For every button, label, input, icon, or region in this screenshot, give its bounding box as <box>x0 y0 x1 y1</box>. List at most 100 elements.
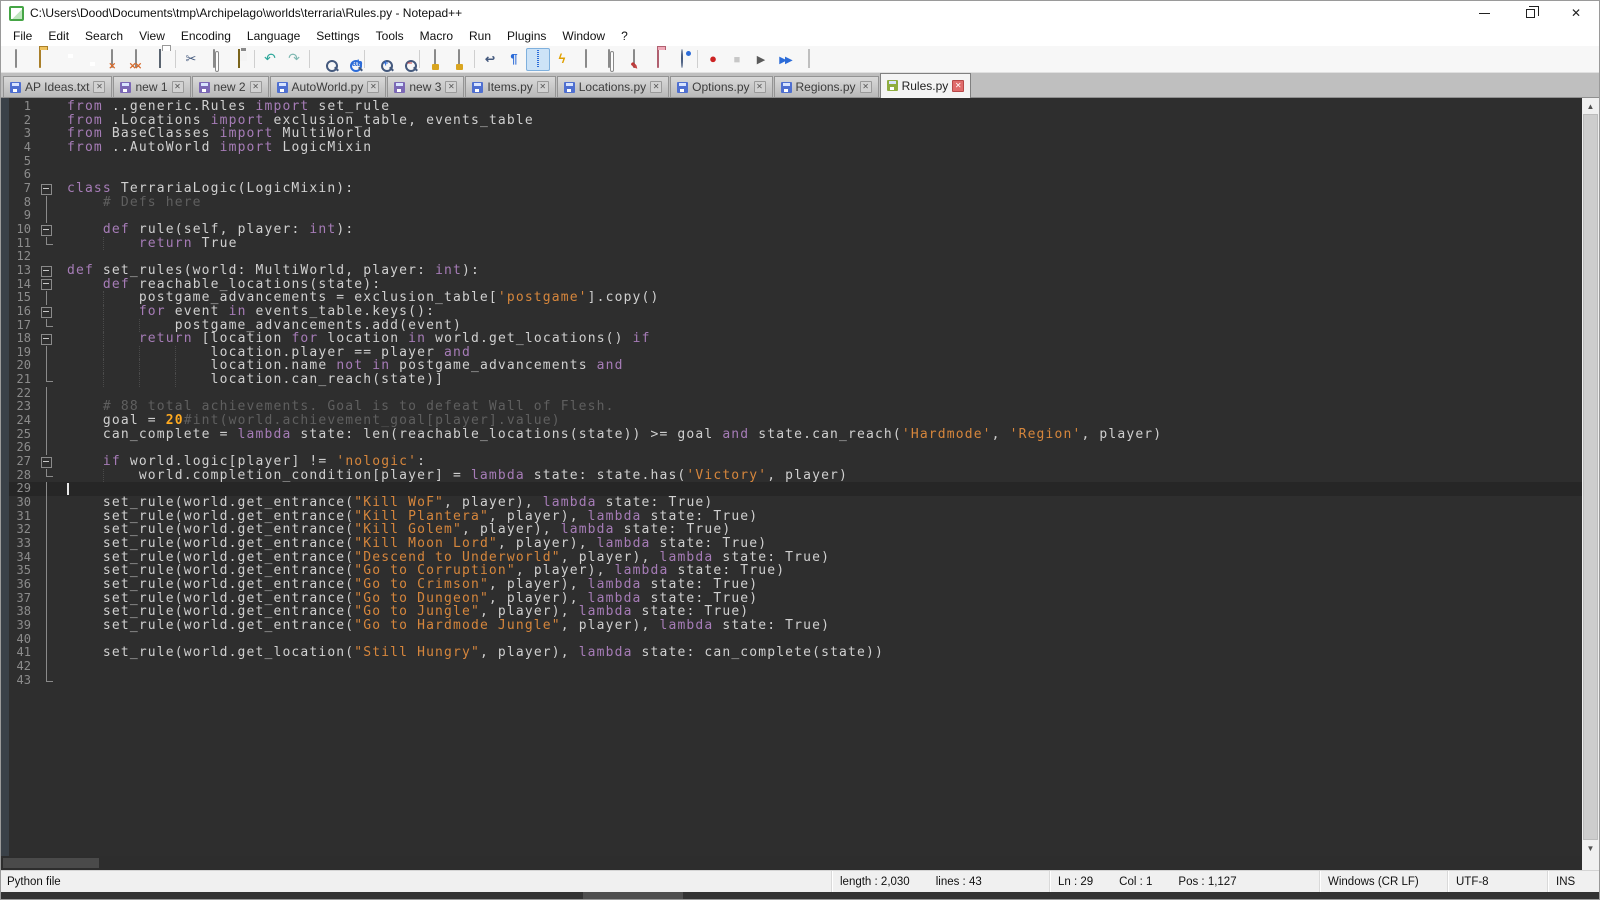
code-line-38[interactable]: 38 set_rule(world.get_entrance("Go to Ju… <box>9 605 1582 619</box>
status-insert-mode-section[interactable]: INS <box>1547 871 1599 892</box>
macro-stop-button[interactable]: ■ <box>725 48 749 71</box>
menu-plugins[interactable]: Plugins <box>499 27 554 45</box>
code-line-30[interactable]: 30 set_rule(world.get_entrance("Kill WoF… <box>9 496 1582 510</box>
code-line-42[interactable]: 42 <box>9 660 1582 674</box>
macro-save-button[interactable] <box>797 48 821 71</box>
code-line-7[interactable]: 7class TerrariaLogic(LogicMixin): <box>9 182 1582 196</box>
tab-ap-ideas-txt[interactable]: AP Ideas.txt✕ <box>3 76 112 97</box>
tab-close-icon[interactable]: ✕ <box>250 81 262 93</box>
code-line-16[interactable]: 16 for event in events_table.keys(): <box>9 305 1582 319</box>
tab-close-icon[interactable]: ✕ <box>445 81 457 93</box>
menu-macro[interactable]: Macro <box>412 27 461 45</box>
code-line-40[interactable]: 40 <box>9 633 1582 647</box>
code-line-6[interactable]: 6 <box>9 168 1582 182</box>
code-line-28[interactable]: 28 world.completion_condition[player] = … <box>9 469 1582 483</box>
horizontal-scrollbar[interactable] <box>1 856 1582 870</box>
code-line-19[interactable]: 19 location.player == player and <box>9 346 1582 360</box>
fold-collapse-icon[interactable] <box>39 223 55 237</box>
close-all-button[interactable]: ✕✕ <box>124 48 148 71</box>
code-line-27[interactable]: 27 if world.logic[player] != 'nologic': <box>9 455 1582 469</box>
fold-collapse-icon[interactable] <box>39 332 55 346</box>
replace-button[interactable]: ab <box>337 48 361 71</box>
function-list-button[interactable]: ϟ <box>550 48 574 71</box>
zoom-in-button[interactable]: + <box>368 48 392 71</box>
tab-new-1[interactable]: new 1✕ <box>113 76 190 97</box>
code-line-39[interactable]: 39 set_rule(world.get_entrance("Go to Ha… <box>9 619 1582 633</box>
close-button[interactable]: ✕ <box>1553 1 1599 25</box>
code-line-10[interactable]: 10 def rule(self, player: int): <box>9 223 1582 237</box>
menu-edit[interactable]: Edit <box>40 27 77 45</box>
menu-search[interactable]: Search <box>77 27 131 45</box>
macro-play-button[interactable]: ▶ <box>749 48 773 71</box>
close-file-button[interactable]: ✕ <box>100 48 124 71</box>
folder-as-workspace-button[interactable] <box>646 48 670 71</box>
code-line-14[interactable]: 14 def reachable_locations(state): <box>9 278 1582 292</box>
restore-button[interactable] <box>1507 1 1553 25</box>
code-line-22[interactable]: 22 <box>9 387 1582 401</box>
menu-file[interactable]: File <box>5 27 40 45</box>
menu-window[interactable]: Window <box>554 27 613 45</box>
scroll-up-arrow-icon[interactable]: ▲ <box>1582 98 1599 114</box>
code-line-3[interactable]: 3from BaseClasses import MultiWorld <box>9 127 1582 141</box>
menu-tools[interactable]: Tools <box>368 27 412 45</box>
code-line-17[interactable]: 17 postgame_advancements.add(event) <box>9 319 1582 333</box>
sync-horizontal-button[interactable] <box>447 48 471 71</box>
code-line-34[interactable]: 34 set_rule(world.get_entrance("Descend … <box>9 551 1582 565</box>
code-line-35[interactable]: 35 set_rule(world.get_entrance("Go to Co… <box>9 564 1582 578</box>
document-list-button[interactable] <box>598 48 622 71</box>
status-encoding-section[interactable]: UTF-8 <box>1447 871 1547 892</box>
code-line-2[interactable]: 2from .Locations import exclusion_table,… <box>9 114 1582 128</box>
code-line-23[interactable]: 23 # 88 total achievements. Goal is to d… <box>9 400 1582 414</box>
menu-help[interactable]: ? <box>613 27 636 45</box>
tab-options-py[interactable]: Options.py✕ <box>670 76 772 97</box>
menu-settings[interactable]: Settings <box>308 27 367 45</box>
code-line-41[interactable]: 41 set_rule(world.get_location("Still Hu… <box>9 646 1582 660</box>
tab-rules-py[interactable]: Rules.py✕ <box>880 73 972 98</box>
tab-autoworld-py[interactable]: AutoWorld.py✕ <box>270 76 387 97</box>
tab-close-icon[interactable]: ✕ <box>93 81 105 93</box>
copy-button[interactable] <box>203 48 227 71</box>
code-line-31[interactable]: 31 set_rule(world.get_entrance("Kill Pla… <box>9 510 1582 524</box>
code-line-11[interactable]: 11 return True <box>9 237 1582 251</box>
tab-close-icon[interactable]: ✕ <box>952 80 964 92</box>
new-file-button[interactable] <box>4 48 28 71</box>
code-line-43[interactable]: 43 <box>9 674 1582 688</box>
minimize-button[interactable] <box>1461 1 1507 25</box>
find-button[interactable] <box>313 48 337 71</box>
horizontal-scrollbar-thumb[interactable] <box>3 858 99 868</box>
macro-record-button[interactable]: ● <box>701 48 725 71</box>
code-line-4[interactable]: 4from ..AutoWorld import LogicMixin <box>9 141 1582 155</box>
code-line-32[interactable]: 32 set_rule(world.get_entrance("Kill Gol… <box>9 523 1582 537</box>
code-line-36[interactable]: 36 set_rule(world.get_entrance("Go to Cr… <box>9 578 1582 592</box>
fold-collapse-icon[interactable] <box>39 305 55 319</box>
code-line-33[interactable]: 33 set_rule(world.get_entrance("Kill Moo… <box>9 537 1582 551</box>
code-line-5[interactable]: 5 <box>9 155 1582 169</box>
code-line-21[interactable]: 21 location.can_reach(state)] <box>9 373 1582 387</box>
fold-collapse-icon[interactable] <box>39 182 55 196</box>
fold-collapse-icon[interactable] <box>39 278 55 292</box>
tab-close-icon[interactable]: ✕ <box>537 81 549 93</box>
vertical-scrollbar-thumb[interactable] <box>1583 114 1598 840</box>
code-line-37[interactable]: 37 set_rule(world.get_entrance("Go to Du… <box>9 592 1582 606</box>
code-line-20[interactable]: 20 location.name not in postgame_advance… <box>9 359 1582 373</box>
tab-close-icon[interactable]: ✕ <box>367 81 379 93</box>
word-wrap-button[interactable]: ↩ <box>478 48 502 71</box>
document-switcher-button[interactable]: ✎ <box>622 48 646 71</box>
code-line-29[interactable]: 29 <box>9 482 1582 496</box>
status-eol-section[interactable]: Windows (CR LF) <box>1319 871 1447 892</box>
menu-language[interactable]: Language <box>239 27 308 45</box>
document-map-button[interactable] <box>574 48 598 71</box>
tab-close-icon[interactable]: ✕ <box>172 81 184 93</box>
code-line-9[interactable]: 9 <box>9 209 1582 223</box>
tab-regions-py[interactable]: Regions.py✕ <box>774 76 879 97</box>
tab-close-icon[interactable]: ✕ <box>754 81 766 93</box>
show-all-characters-button[interactable]: ¶ <box>502 48 526 71</box>
tab-close-icon[interactable]: ✕ <box>860 81 872 93</box>
fold-collapse-icon[interactable] <box>39 455 55 469</box>
redo-button[interactable]: ↷ <box>282 48 306 71</box>
macro-run-multiple-button[interactable]: ▶▶ <box>773 48 797 71</box>
code-line-12[interactable]: 12 <box>9 250 1582 264</box>
editor[interactable]: 1from ..generic.Rules import set_rule2fr… <box>1 98 1582 856</box>
cut-button[interactable]: ✂ <box>179 48 203 71</box>
code-line-8[interactable]: 8 # Defs here <box>9 196 1582 210</box>
